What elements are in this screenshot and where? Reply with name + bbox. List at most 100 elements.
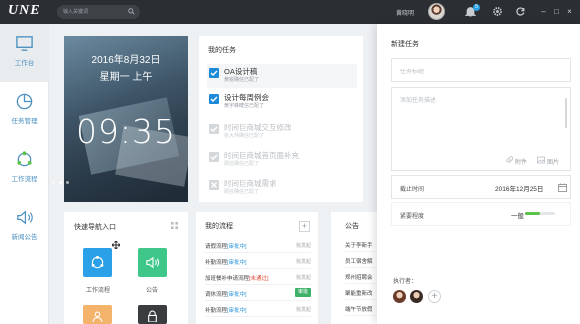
checkbox-checked-icon[interactable]	[209, 94, 219, 104]
workflow-name: 调休流程	[205, 292, 228, 298]
panel-title: 新建任务	[391, 41, 419, 48]
carousel-dot[interactable]	[66, 181, 69, 184]
maximize-button[interactable]: □	[552, 7, 561, 16]
notice-item[interactable]: 郑州招聘会	[345, 269, 375, 284]
quick-tile-label: 工作流程	[85, 288, 110, 294]
deadline-label: 截止时间	[400, 187, 425, 193]
monitor-icon	[16, 36, 33, 51]
workflow-owner: 我发起	[295, 275, 311, 281]
quick-tile-workflow[interactable]	[83, 248, 112, 277]
task-item[interactable]: 时间巨商城首页面补充 顾芸确信已配了	[207, 148, 357, 172]
refresh-icon[interactable]	[515, 6, 526, 17]
checkbox-cancelled-icon[interactable]	[209, 180, 219, 190]
checkbox-checked-icon[interactable]	[209, 68, 219, 78]
search-box[interactable]	[57, 5, 140, 19]
workflow-status: [审批中]	[227, 292, 247, 298]
close-button[interactable]: ×	[565, 7, 574, 16]
notice-item[interactable]: 员工宿舍解	[345, 253, 375, 268]
notification-badge: 5	[473, 4, 480, 11]
user-avatar[interactable]	[428, 3, 445, 20]
current-date: 2016年8月32日	[91, 55, 161, 66]
task-desc-field[interactable]: 附件 图片	[391, 87, 571, 171]
assignee-avatar[interactable]	[410, 290, 423, 303]
quick-tile-label: 公告	[145, 288, 158, 294]
workflow-name: 补勤流程	[205, 308, 228, 314]
workflow-row[interactable]: 请假流程[审批中] 我发起	[205, 238, 311, 253]
checkbox-icon[interactable]	[209, 152, 219, 162]
sidebar-item-label: 新闻公告	[11, 234, 38, 241]
paperclip-icon[interactable]	[505, 156, 513, 164]
task-subtitle: 黄宇峰確信已配了	[224, 103, 265, 109]
current-weekday: 星期一 上午	[99, 72, 153, 83]
task-desc-textarea[interactable]	[400, 95, 562, 145]
task-subtitle: 顾芸确信已配了	[224, 189, 260, 195]
task-item[interactable]: 设计每周例会 黄宇峰確信已配了	[207, 90, 357, 114]
card-title: 我的任务	[208, 47, 236, 54]
notice-item[interactable]: 端午节放假	[345, 301, 375, 316]
quick-tile-notice[interactable]	[138, 248, 167, 277]
top-bar: UNE 黄晓明 5 – □ ×	[0, 0, 580, 24]
deadline-value[interactable]: 2016年12月25日	[495, 183, 543, 193]
sidebar-item-news[interactable]: 新闻公告	[0, 198, 49, 256]
sidebar-item-tasks[interactable]: 任务管理	[0, 82, 49, 140]
task-title-input[interactable]	[400, 69, 562, 75]
add-workflow-button[interactable]: +	[299, 221, 310, 232]
card-title: 我的流程	[205, 223, 233, 230]
workflow-icon	[91, 255, 104, 269]
attach-file-label[interactable]: 附件	[515, 157, 527, 166]
checkbox-icon[interactable]	[209, 124, 219, 134]
search-input[interactable]	[63, 6, 123, 18]
sidebar-item-workbench[interactable]: 工作台	[0, 24, 49, 82]
clock-banner: 2016年8月32日 星期一 上午 09:35	[64, 36, 188, 202]
quick-tile-lock[interactable]	[138, 305, 167, 324]
assignee-avatar[interactable]	[393, 290, 406, 303]
attach-image-label[interactable]: 图片	[547, 157, 559, 166]
my-workflow-card: 我的流程 + 请假流程[审批中] 我发起 补勤流程[审批中] 我发起 加班餐补申…	[196, 212, 318, 324]
carousel-dots	[52, 181, 74, 185]
sidebar-item-workflow[interactable]: 工作流程	[0, 140, 49, 198]
workflow-name: 请假流程	[205, 244, 228, 250]
workflow-row[interactable]: 补勤流程[审批中] 我发起	[205, 302, 311, 317]
workflow-icon	[17, 151, 32, 167]
workflow-name: 补勤流程	[205, 260, 228, 266]
user-name[interactable]: 黄晓明	[396, 8, 414, 17]
workflow-status: [审批中]	[227, 244, 247, 250]
gear-icon[interactable]	[492, 6, 503, 17]
task-subtitle: 顾芸确信已配了	[224, 161, 260, 167]
speaker-icon	[17, 210, 33, 225]
task-item[interactable]: 时间巨商城需求 顾芸确信已配了	[207, 176, 357, 200]
workflow-name: 加班餐补申请流程	[205, 276, 250, 282]
assignee-label: 执行者：	[393, 279, 418, 285]
carousel-dot-active[interactable]	[59, 181, 62, 184]
task-item[interactable]: 时间巨商城交互修改 张大伟确信已配了	[207, 120, 357, 144]
task-subtitle: 张大伟确信已配了	[224, 133, 265, 139]
quick-tile-person[interactable]	[83, 305, 112, 324]
priority-value: 一般	[511, 213, 524, 220]
scrollbar[interactable]	[565, 98, 567, 128]
workflow-row[interactable]: 调休流程[审批中] 审批	[205, 286, 311, 301]
card-title: 公告	[345, 223, 359, 230]
carousel-dot[interactable]	[52, 181, 55, 184]
lock-icon	[148, 310, 157, 322]
search-icon[interactable]	[128, 8, 135, 15]
approve-button[interactable]: 审批	[295, 288, 311, 297]
grid-icon[interactable]	[171, 222, 178, 229]
person-icon	[92, 311, 103, 322]
workflow-row[interactable]: 补勤流程[审批中] 我发起	[205, 254, 311, 269]
workflow-row[interactable]: 加班餐补申请流程[未通过] 我发起	[205, 270, 311, 285]
add-assignee-button[interactable]: +	[428, 290, 441, 303]
card-title: 快速导航入口	[74, 224, 116, 231]
priority-slider[interactable]	[525, 212, 555, 215]
notice-item[interactable]: 关于李新手	[345, 237, 375, 252]
notice-item[interactable]: 聚能重新改	[345, 285, 375, 300]
task-title-field[interactable]	[391, 58, 571, 82]
priority-label: 紧要程度	[400, 214, 425, 220]
image-icon[interactable]	[537, 156, 545, 164]
task-item[interactable]: OA设计稿 黄锐确信已配了	[207, 64, 357, 88]
calendar-icon[interactable]	[558, 183, 567, 192]
current-time: 09:35	[75, 112, 177, 151]
quick-nav-card: 快速导航入口 工作流程 公告	[64, 212, 188, 324]
workflow-status: [审批中]	[227, 308, 247, 314]
minimize-button[interactable]: –	[539, 7, 548, 16]
deadline-field[interactable]: 截止时间 2016年12月25日	[391, 175, 571, 199]
